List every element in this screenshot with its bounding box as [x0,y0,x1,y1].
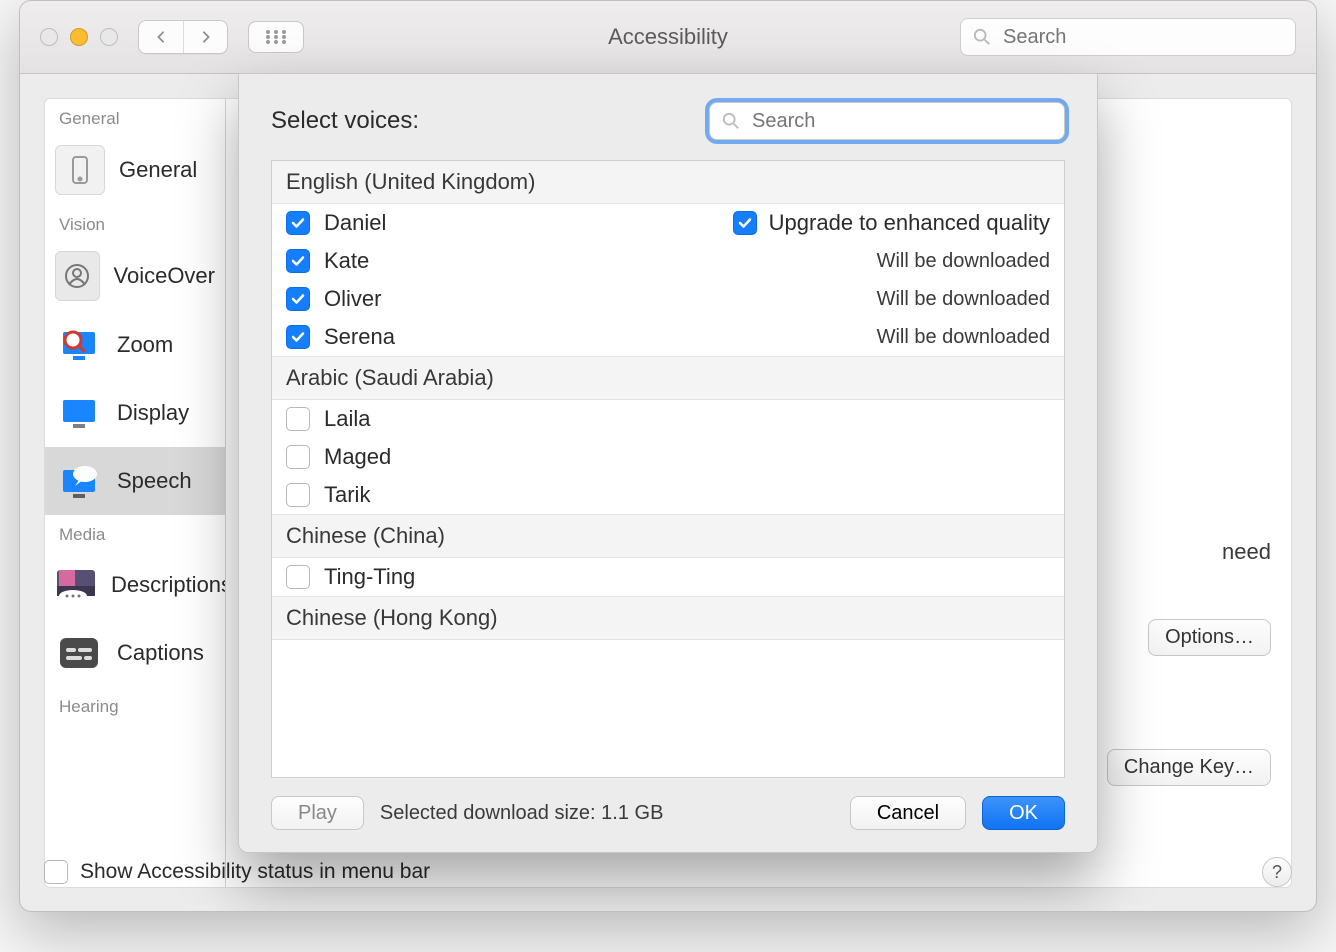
search-icon [722,112,740,130]
sidebar-item-label: Captions [117,640,204,666]
voice-checkbox[interactable] [286,407,310,431]
need-text: need [1222,539,1271,565]
descriptions-icon [55,561,97,609]
options-button[interactable]: Options… [1148,619,1271,656]
close-window-button[interactable] [40,28,58,46]
sidebar-item-label: General [119,157,197,183]
prefs-search-input[interactable] [1001,25,1283,50]
voice-status: Will be downloaded [877,326,1050,349]
zoom-icon [55,321,103,369]
voice-group-header: Chinese (Hong Kong) [272,596,1064,640]
change-key-button[interactable]: Change Key… [1107,749,1271,786]
voiceover-icon [55,251,100,301]
general-icon [55,145,105,195]
show-all-button[interactable] [248,21,304,53]
voice-row[interactable]: Maged [272,438,1064,476]
voice-row[interactable]: Serena Will be downloaded [272,318,1064,356]
checkbox-icon [44,860,68,884]
voice-group-header: Chinese (China) [272,514,1064,558]
voice-row[interactable]: Kate Will be downloaded [272,242,1064,280]
sidebar-item-display[interactable]: Display [45,379,225,447]
voice-row[interactable]: Oliver Will be downloaded [272,280,1064,318]
voice-name: Serena [324,324,395,350]
voice-checkbox[interactable] [286,565,310,589]
voice-name: Tarik [324,482,370,508]
voice-list[interactable]: English (United Kingdom) Daniel Upgrade to… [271,160,1065,778]
sidebar-section-vision: Vision [45,205,225,241]
voice-checkbox[interactable] [286,211,310,235]
sidebar-item-general[interactable]: General [45,135,225,205]
window-controls [40,28,118,46]
voice-row[interactable]: Tarik [272,476,1064,514]
voice-checkbox[interactable] [286,483,310,507]
zoom-window-button[interactable] [100,28,118,46]
sheet-footer: Play Selected download size: 1.1 GB Canc… [271,778,1065,830]
voice-checkbox[interactable] [286,325,310,349]
sidebar-section-media: Media [45,515,225,551]
download-size-label: Selected download size: 1.1 GB [380,802,834,825]
prefs-window: Accessibility General General Vision Voi… [19,0,1317,912]
sidebar-item-label: VoiceOver [114,263,216,289]
voice-checkbox[interactable] [286,249,310,273]
sidebar-section-general: General [45,99,225,135]
sheet-search-input[interactable] [750,109,1052,134]
voice-name: Laila [324,406,370,432]
sidebar-item-voiceover[interactable]: VoiceOver [45,241,225,311]
sidebar-item-speech[interactable]: Speech [45,447,225,515]
voice-status: Will be downloaded [877,250,1050,273]
play-button[interactable]: Play [271,796,364,830]
sidebar-item-label: Speech [117,468,192,494]
sheet-search[interactable] [709,102,1065,140]
voice-name: Kate [324,248,369,274]
checkbox-icon [733,211,757,235]
minimize-window-button[interactable] [70,28,88,46]
voice-group-header: English (United Kingdom) [272,161,1064,204]
ok-button[interactable]: OK [982,796,1065,830]
nav-back-forward [138,20,228,54]
bottom-row: Show Accessibility status in menu bar ? [44,857,1292,887]
prefs-search[interactable] [960,18,1296,56]
back-button[interactable] [139,21,183,53]
sheet-header: Select voices: [271,102,1065,140]
display-icon [55,389,103,437]
speech-icon [55,457,103,505]
captions-icon [55,629,103,677]
voice-row[interactable]: Daniel Upgrade to enhanced quality [272,204,1064,242]
show-status-label: Show Accessibility status in menu bar [80,860,430,884]
select-voices-sheet: Select voices: English (United Kingdom)D… [238,73,1098,853]
show-status-checkbox[interactable]: Show Accessibility status in menu bar [44,860,430,884]
sidebar-item-label: Descriptions [111,572,226,598]
voice-row[interactable]: Ting-Ting [272,558,1064,596]
search-icon [973,28,991,46]
voice-row[interactable]: Laila [272,400,1064,438]
voice-checkbox[interactable] [286,287,310,311]
voice-name: Ting-Ting [324,564,415,590]
upgrade-quality[interactable]: Upgrade to enhanced quality [733,210,1050,236]
voice-checkbox[interactable] [286,445,310,469]
sidebar-item-zoom[interactable]: Zoom [45,311,225,379]
voice-status: Will be downloaded [877,288,1050,311]
sidebar: General General Vision VoiceOver Zoom [44,98,226,888]
voice-group-header: Arabic (Saudi Arabia) [272,356,1064,400]
sidebar-item-captions[interactable]: Captions [45,619,225,687]
sidebar-item-label: Zoom [117,332,173,358]
sidebar-item-label: Display [117,400,189,426]
sheet-title: Select voices: [271,107,419,135]
help-button[interactable]: ? [1262,857,1292,887]
titlebar: Accessibility [20,1,1316,74]
voice-name: Oliver [324,286,381,312]
cancel-button[interactable]: Cancel [850,796,966,830]
voice-name: Daniel [324,210,386,236]
sidebar-item-descriptions[interactable]: Descriptions [45,551,225,619]
upgrade-label: Upgrade to enhanced quality [769,210,1050,236]
forward-button[interactable] [183,21,227,53]
voice-name: Maged [324,444,391,470]
sidebar-section-hearing: Hearing [45,687,225,723]
